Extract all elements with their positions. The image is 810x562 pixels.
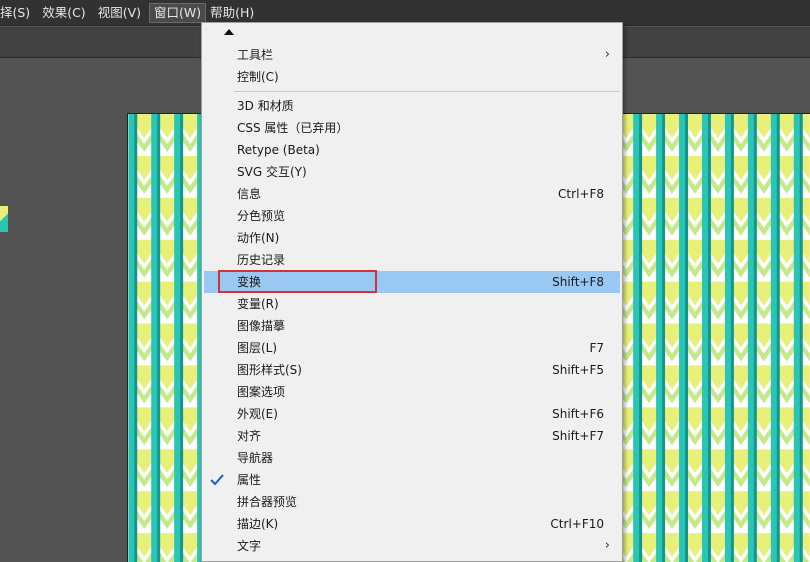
menu-item-label: 对齐 [237, 429, 262, 443]
menu-item-label: 拼合器预览 [237, 495, 298, 509]
menu-item-label: 变量(R) [237, 297, 279, 311]
checkmark-icon [210, 474, 224, 486]
menu-item-control[interactable]: 控制(C) [204, 66, 620, 88]
menu-item-label: 图像描摹 [237, 319, 286, 333]
submenu-arrow-icon: › [604, 538, 610, 553]
menu-item-label: 图案选项 [237, 385, 286, 399]
menu-item-appearance[interactable]: 外观(E) Shift+F6 [204, 403, 620, 425]
menu-item-align[interactable]: 对齐 Shift+F7 [204, 425, 620, 447]
pattern-swatch-thumbnail [0, 206, 8, 232]
menu-item-shortcut: Ctrl+F8 [558, 187, 604, 201]
menu-item-label: 动作(N) [237, 231, 280, 245]
menu-item-label: 外观(E) [237, 407, 278, 421]
menu-item-shortcut: Shift+F7 [552, 429, 604, 443]
menu-item-3d-materials[interactable]: 3D 和材质 [204, 95, 620, 117]
menu-item-label: 控制(C) [237, 70, 279, 84]
menu-item-graphic-styles[interactable]: 图形样式(S) Shift+F5 [204, 359, 620, 381]
menu-item-label: 历史记录 [237, 253, 286, 267]
menu-item-stroke[interactable]: 描边(K) Ctrl+F10 [204, 513, 620, 535]
menu-item-separations-preview[interactable]: 分色预览 [204, 205, 620, 227]
menu-item-label: 属性 [237, 473, 262, 487]
menu-item-label: 分色预览 [237, 209, 286, 223]
menu-item-toolbars[interactable]: 工具栏 › [204, 44, 620, 66]
scroll-up-arrow-icon[interactable] [224, 29, 234, 35]
menu-view[interactable]: 视图(V) [94, 3, 145, 23]
menu-item-label: 文字 [237, 539, 262, 553]
menu-item-properties[interactable]: 属性 [204, 469, 620, 491]
menu-item-label: Retype (Beta) [237, 143, 320, 157]
menu-item-shortcut: Shift+F8 [552, 275, 604, 289]
menu-effect[interactable]: 效果(C) [38, 3, 89, 23]
menu-item-pattern-options[interactable]: 图案选项 [204, 381, 620, 403]
menu-item-shortcut: Ctrl+F10 [550, 517, 604, 531]
menu-item-label: SVG 交互(Y) [237, 165, 307, 179]
menu-item-svg-interactivity[interactable]: SVG 交互(Y) [204, 161, 620, 183]
menu-item-variables[interactable]: 变量(R) [204, 293, 620, 315]
window-menu-dropdown: 工具栏 › 控制(C) 3D 和材质 CSS 属性（已弃用） Retype (B… [201, 22, 623, 562]
menu-item-layers[interactable]: 图层(L) F7 [204, 337, 620, 359]
menu-item-image-trace[interactable]: 图像描摹 [204, 315, 620, 337]
menu-select[interactable]: 择(S) [0, 3, 34, 23]
menu-item-shortcut: Shift+F6 [552, 407, 604, 421]
menu-item-label: 图形样式(S) [237, 363, 302, 377]
menu-item-flattener-preview[interactable]: 拼合器预览 [204, 491, 620, 513]
menu-item-shortcut: F7 [589, 341, 604, 355]
menu-item-info[interactable]: 信息 Ctrl+F8 [204, 183, 620, 205]
menu-item-label: CSS 属性（已弃用） [237, 121, 349, 135]
menu-item-shortcut: Shift+F5 [552, 363, 604, 377]
menu-item-label: 工具栏 [237, 48, 274, 62]
menu-item-retype[interactable]: Retype (Beta) [204, 139, 620, 161]
menu-item-history[interactable]: 历史记录 [204, 249, 620, 271]
menu-help[interactable]: 帮助(H) [206, 3, 258, 23]
menu-item-actions[interactable]: 动作(N) [204, 227, 620, 249]
submenu-arrow-icon: › [604, 47, 610, 62]
menu-item-transform[interactable]: 变换 Shift+F8 [204, 271, 620, 293]
menu-item-label: 导航器 [237, 451, 274, 465]
menu-item-label: 3D 和材质 [237, 99, 294, 113]
menu-item-label: 图层(L) [237, 341, 278, 355]
menu-separator [234, 91, 620, 92]
menu-item-css-properties[interactable]: CSS 属性（已弃用） [204, 117, 620, 139]
menu-item-label: 变换 [237, 275, 262, 289]
menu-item-label: 描边(K) [237, 517, 279, 531]
menu-item-label: 信息 [237, 187, 262, 201]
menu-window[interactable]: 窗口(W) [149, 2, 207, 23]
menu-item-type[interactable]: 文字 › [204, 535, 620, 557]
menu-item-navigator[interactable]: 导航器 [204, 447, 620, 469]
